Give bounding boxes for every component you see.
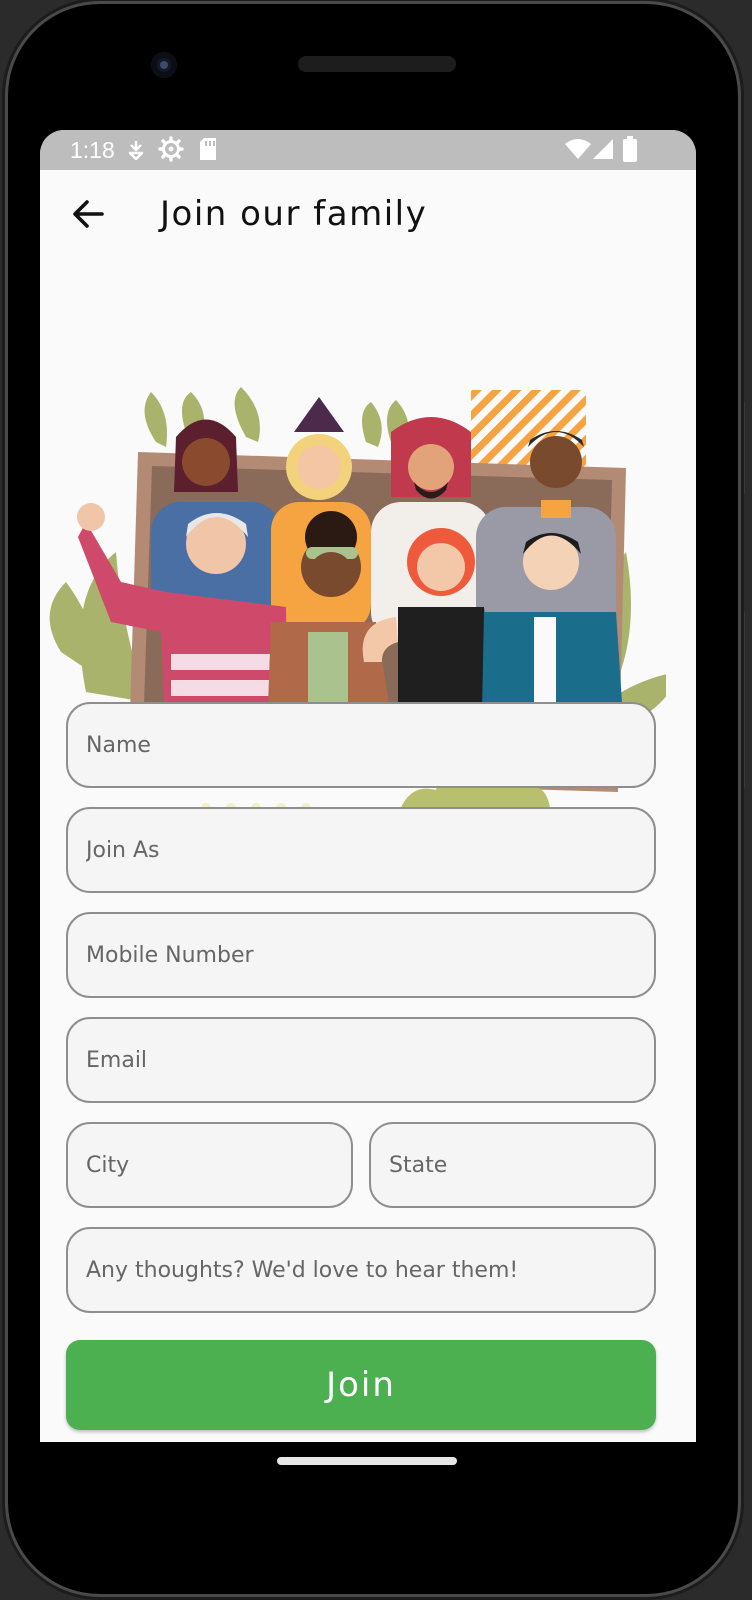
status-time: 1:18: [70, 137, 115, 163]
join-button[interactable]: Join: [66, 1340, 656, 1430]
app-screen: 1:18 Join our family Name Join As Mobile…: [40, 130, 696, 1442]
home-gesture-handle[interactable]: [277, 1457, 457, 1465]
name-field[interactable]: [66, 702, 656, 788]
join-as-field[interactable]: [66, 807, 656, 893]
city-field[interactable]: [66, 1122, 353, 1208]
settings-icon: [158, 136, 184, 162]
thoughts-input[interactable]: [68, 1229, 654, 1311]
state-input[interactable]: [371, 1124, 654, 1206]
signal-icon: [593, 139, 613, 159]
join-button-label: Join: [326, 1365, 396, 1405]
mobile-number-field[interactable]: [66, 912, 656, 998]
front-camera: [151, 52, 177, 78]
name-input[interactable]: [68, 704, 654, 786]
page-title: Join our family: [160, 194, 428, 234]
mobile-number-input[interactable]: [68, 914, 654, 996]
app-bar: Join our family: [40, 170, 696, 266]
thoughts-field[interactable]: [66, 1227, 656, 1313]
wifi-icon: [565, 139, 591, 159]
battery-icon: [623, 136, 637, 162]
volume-button: [738, 610, 745, 790]
city-input[interactable]: [68, 1124, 351, 1206]
status-bar: 1:18: [40, 130, 696, 170]
email-input[interactable]: [68, 1019, 654, 1101]
earpiece-speaker: [298, 56, 456, 72]
join-as-input[interactable]: [68, 809, 654, 891]
arrow-back-icon[interactable]: [66, 192, 110, 236]
power-button: [738, 400, 745, 496]
sd-card-icon: [200, 138, 216, 160]
email-field[interactable]: [66, 1017, 656, 1103]
location-icon: [128, 141, 144, 160]
state-field[interactable]: [369, 1122, 656, 1208]
navigation-bar: [40, 1442, 696, 1502]
